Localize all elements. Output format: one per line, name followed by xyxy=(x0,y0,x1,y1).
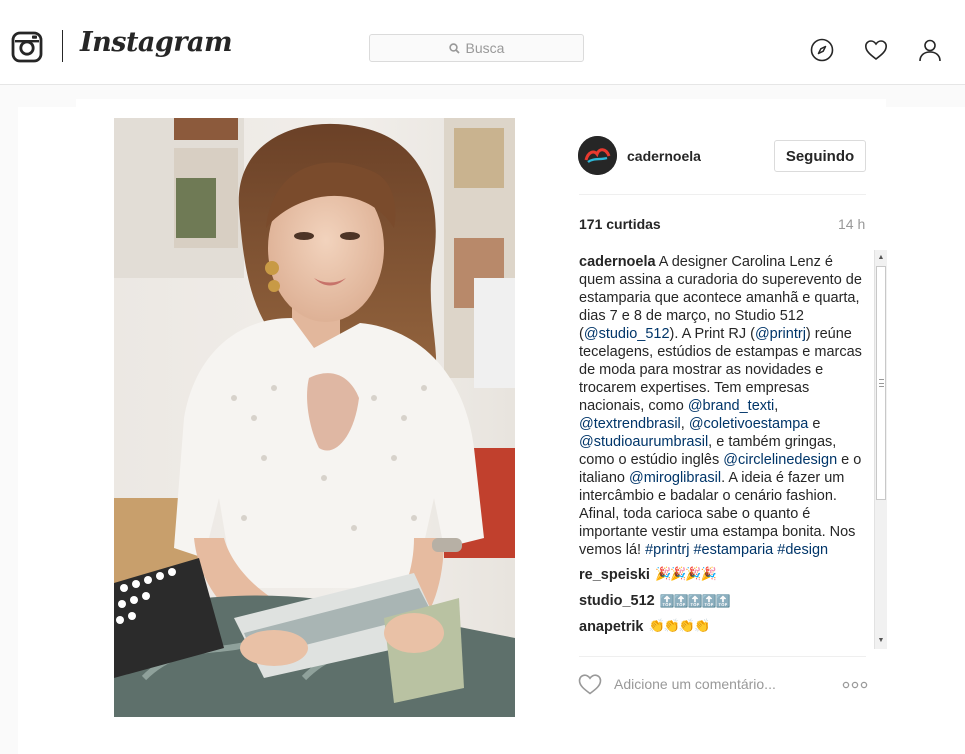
profile-icon[interactable] xyxy=(918,38,942,62)
comment-username[interactable]: re_speiski xyxy=(579,566,650,584)
mention-link[interactable]: @studio_512 xyxy=(584,326,670,342)
heart-icon[interactable] xyxy=(864,38,888,62)
comment-text: 🔝🔝🔝🔝🔝 xyxy=(659,594,731,608)
comment-username[interactable]: studio_512 xyxy=(579,592,655,610)
divider xyxy=(579,656,866,657)
likes-count[interactable]: 171 curtidas xyxy=(579,216,661,232)
search-placeholder[interactable]: Busca xyxy=(466,40,505,56)
like-heart-icon[interactable] xyxy=(578,673,602,695)
caption-username[interactable]: cadernoela xyxy=(579,254,656,270)
mention-link[interactable]: @textrendbrasil xyxy=(579,416,681,432)
scrollbar-thumb[interactable] xyxy=(876,266,886,500)
comment-text: 👏👏👏👏 xyxy=(648,619,710,634)
scroll-down-arrow-icon[interactable]: ▼ xyxy=(875,635,887,647)
scroll-up-arrow-icon[interactable]: ▲ xyxy=(875,252,887,264)
following-button[interactable]: Seguindo xyxy=(774,140,866,172)
caption-segment: , xyxy=(774,398,779,414)
comment-text: 🎉🎉🎉🎉 xyxy=(654,567,717,582)
mention-link[interactable]: @coletivoestampa xyxy=(689,416,809,432)
mention-link[interactable]: @miroglibrasil xyxy=(629,470,721,486)
mention-link[interactable]: @printrj xyxy=(755,326,806,342)
hashtag-link[interactable]: #printrj xyxy=(645,542,689,558)
post-caption: cadernoela A designer Carolina Lenz é qu… xyxy=(579,253,873,559)
divider xyxy=(579,194,866,195)
instagram-glyph-icon[interactable] xyxy=(11,31,43,63)
brand-divider xyxy=(62,30,63,62)
comment-row: studio_512 🔝🔝🔝🔝🔝 xyxy=(579,591,873,611)
hashtag-link[interactable]: #estamparia xyxy=(693,542,773,558)
avatar-logo-icon xyxy=(578,136,617,175)
post-photo-image xyxy=(114,118,515,717)
comment-row: anapetrik 👏👏👏👏 xyxy=(579,617,873,637)
search-icon xyxy=(448,42,460,54)
add-comment-input[interactable] xyxy=(614,676,814,692)
mention-link[interactable]: @circlelinedesign xyxy=(723,452,837,468)
search-box[interactable]: Busca xyxy=(369,34,584,62)
comments-list[interactable]: cadernoela A designer Carolina Lenz é qu… xyxy=(579,253,873,649)
post-photo[interactable] xyxy=(114,118,515,717)
comment-row: re_speiski 🎉🎉🎉🎉 xyxy=(579,565,873,585)
grip-icon xyxy=(879,379,884,387)
compass-icon[interactable] xyxy=(810,38,834,62)
comment-username[interactable]: anapetrik xyxy=(579,618,643,636)
post-timestamp[interactable]: 14 h xyxy=(838,216,865,232)
caption-segment: , xyxy=(680,416,689,432)
comments-scrollbar[interactable]: ▲ ▼ xyxy=(874,250,887,649)
instagram-wordmark[interactable]: Instagram xyxy=(80,27,233,58)
caption-segment: ). A Print RJ ( xyxy=(669,326,755,342)
caption-text: A designer Carolina Lenz é quem assina a… xyxy=(579,254,862,558)
author-avatar[interactable] xyxy=(578,136,617,175)
mention-link[interactable]: @studioaurumbrasil xyxy=(579,434,708,450)
mention-link[interactable]: @brand_texti xyxy=(688,398,774,414)
author-username[interactable]: cadernoela xyxy=(627,148,701,164)
top-navigation-bar: Instagram Busca xyxy=(0,0,965,85)
caption-segment: e xyxy=(808,416,821,432)
hashtag-link[interactable]: #design xyxy=(777,542,828,558)
more-options-icon[interactable] xyxy=(842,680,868,690)
